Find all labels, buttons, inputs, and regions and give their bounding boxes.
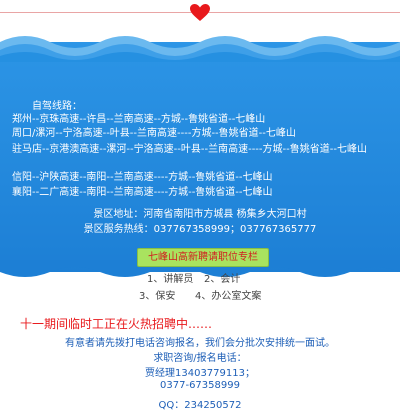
position-guide: 1、讲解员 bbox=[147, 274, 194, 285]
route-title: 自驾线路： bbox=[32, 101, 82, 112]
position-office-clerk: 4、办公室文案 bbox=[195, 291, 262, 302]
ocean-background bbox=[0, 42, 400, 272]
position-security: 3、保安 bbox=[139, 291, 176, 302]
scenic-hotline: 景区服务热线：037767358999；037767365777 bbox=[83, 224, 317, 235]
top-wave-decoration bbox=[0, 36, 400, 62]
recruit-notice: 有意者请先拨打电话咨询报名，我们会分批次安排统一面试。 bbox=[65, 338, 335, 349]
contact-label: 求职咨询/报名电话： bbox=[153, 353, 247, 364]
scenic-address: 景区地址：河南省南阳市方城县 杨集乡大河口村 bbox=[93, 209, 307, 220]
contact-qq: QQ：234250572 bbox=[158, 400, 242, 411]
route-line-zhoukou: 周口/漯河--宁洛高速--叶县--兰南高速----方城--鲁姚省道--七峰山 bbox=[12, 128, 296, 139]
job-section-header: 七峰山高新聘请职位专栏 bbox=[137, 248, 269, 267]
route-line-zhumadian: 驻马店--京港澳高速--漯河--宁洛高速--叶县--兰南高速----方城--鲁姚… bbox=[12, 144, 367, 155]
recruit-headline: 十一期间临时工正在火热招聘中…… bbox=[20, 317, 213, 331]
route-line-zhengzhou: 郑州--京珠高速--许昌--兰南高速--方城--鲁姚省道--七峰山 bbox=[12, 114, 266, 125]
contact-phone: 0377-67358999 bbox=[160, 380, 240, 391]
route-line-xiangyang: 襄阳--二广高速--南阳--兰南高速----方城--鲁姚省道--七峰山 bbox=[12, 187, 273, 198]
heart-icon bbox=[190, 4, 210, 21]
route-line-xinyang: 信阳--沪陕高速--南阳--兰南高速----方城--鲁姚省道--七峰山 bbox=[12, 172, 273, 183]
contact-manager: 贾经理13403779113； bbox=[145, 368, 255, 379]
position-accountant: 2、会计 bbox=[204, 274, 241, 285]
